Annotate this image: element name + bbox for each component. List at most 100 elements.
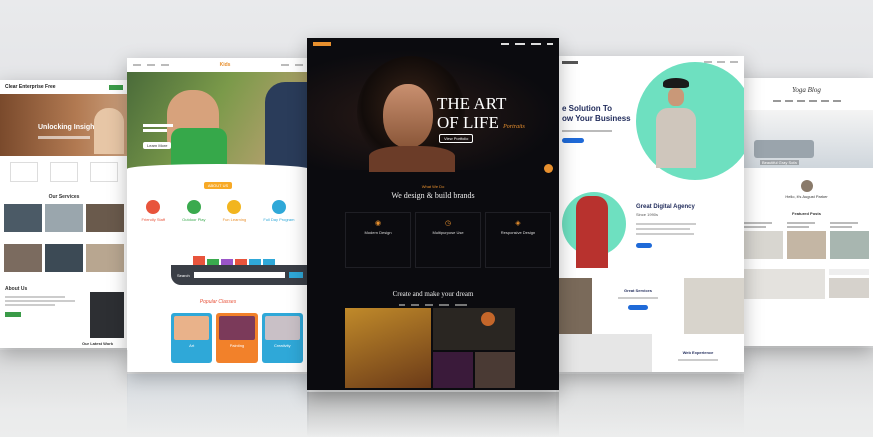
experience-block: Web Experience — [652, 334, 744, 372]
kids-search-bar: Search — [171, 265, 309, 285]
kids-header: Kids — [127, 58, 309, 72]
feature-box — [50, 162, 78, 182]
search-input[interactable] — [193, 272, 285, 278]
tab[interactable] — [207, 259, 219, 265]
services-button[interactable] — [628, 305, 648, 310]
laptop-image — [556, 334, 652, 372]
services-images-row2 — [0, 232, 128, 272]
layers-icon: ◈ — [515, 220, 521, 227]
corporate-hero-title: Unlocking Insights — [38, 124, 101, 131]
site-preview-blog: Yoga Blog Beautiful Gray Sofa Hello, it'… — [740, 78, 873, 346]
hero-script: Portraits — [503, 124, 525, 130]
gallery-heading: Create and make your dream — [392, 290, 474, 298]
hero-caption: Beautiful Gray Sofa — [760, 160, 799, 165]
portrait-face — [383, 84, 433, 148]
kids-about: ABOUT US — [127, 174, 309, 192]
class-label: Creativity — [273, 343, 291, 348]
site-preview-portfolio: THE ART OF LIFE Portraits View Portfolio… — [307, 38, 559, 390]
agency-about-button[interactable] — [636, 243, 652, 248]
kids-tabs — [127, 222, 309, 265]
portfolio-services: ◉ Modern Design ◷ Multipurpose Use ◈ Res… — [307, 200, 559, 268]
man-figure — [576, 196, 608, 268]
blog-author: Hello, it's August Parker — [740, 180, 873, 199]
hero-title-line1: THE ART — [437, 94, 507, 113]
gallery-image[interactable] — [433, 352, 473, 388]
corporate-header: Clear Enterprise Free — [0, 80, 128, 94]
post-card[interactable] — [744, 222, 783, 259]
services-images — [0, 204, 128, 232]
portrait-shoulders — [369, 146, 455, 172]
agency-about: Great Digital Agency Since 1990s — [556, 190, 744, 268]
class-label: Painting — [229, 343, 245, 348]
class-card[interactable]: Painting — [216, 313, 258, 363]
agency-subtitle: Since 1990s — [636, 212, 659, 217]
about-tag: ABOUT US — [203, 182, 233, 189]
about-title: About Us — [5, 286, 28, 292]
portfolio-hero: THE ART OF LIFE Portraits View Portfolio — [307, 50, 559, 173]
eye-icon: ◉ — [374, 220, 382, 227]
class-card[interactable]: Art — [171, 313, 213, 363]
feature-icon — [227, 200, 242, 214]
post-image — [830, 231, 869, 259]
services-title: Our Services — [48, 194, 80, 200]
corporate-hero: Unlocking Insights — [0, 94, 128, 156]
feature-label: Outdoor Play — [182, 217, 206, 222]
post-card[interactable] — [830, 222, 869, 259]
service-image — [45, 204, 83, 232]
portfolio-logo — [313, 42, 331, 46]
avatar — [800, 180, 813, 192]
hero-subtitle-line — [38, 136, 90, 139]
feature-item: Outdoor Play — [182, 200, 206, 222]
portfolio-hero-title: THE ART OF LIFE Portraits — [437, 94, 525, 137]
feature-icon — [146, 200, 161, 214]
reflection — [307, 392, 559, 437]
gallery-image[interactable] — [345, 308, 431, 388]
service-card: ◷ Multipurpose Use — [415, 212, 481, 268]
scroll-top-button[interactable] — [544, 164, 553, 173]
gallery-image[interactable] — [433, 308, 515, 350]
kids-hero-button[interactable]: Learn More — [143, 142, 172, 149]
class-label: Art — [189, 343, 195, 348]
section-heading: We design & build brands — [391, 191, 475, 200]
office-image — [684, 278, 744, 334]
reflection — [0, 350, 128, 410]
reflection — [127, 374, 309, 434]
search-button[interactable] — [289, 272, 303, 278]
class-card[interactable]: Creativity — [261, 313, 303, 363]
portfolio-services-section: What We Do We design & build brands — [307, 184, 559, 200]
feature-item: Friendly Staff — [142, 200, 165, 222]
sidebar-widget — [829, 269, 869, 299]
sofa-shape — [754, 140, 814, 158]
kids-hero-text: Learn More — [143, 122, 173, 152]
portfolio-header — [307, 38, 559, 50]
tab[interactable] — [235, 259, 247, 265]
tab[interactable] — [193, 256, 205, 265]
service-card: ◉ Modern Design — [345, 212, 411, 268]
portfolio-hero-button[interactable]: View Portfolio — [439, 134, 474, 143]
agency-services: Great Services — [556, 278, 744, 334]
agency-about-text: Great Digital Agency Since 1990s — [620, 190, 696, 264]
post-card[interactable] — [787, 222, 826, 259]
corporate-features — [0, 156, 128, 188]
kids-features: Friendly Staff Outdoor Play Fun Learning… — [127, 192, 309, 222]
agency-hero: e Solution To ow Your Business — [556, 62, 744, 180]
reflection — [740, 348, 873, 408]
latest-work-title: Our Latest Work — [82, 341, 114, 346]
gallery-image[interactable] — [475, 352, 515, 388]
search-label: Search — [177, 272, 190, 278]
tab[interactable] — [263, 259, 275, 265]
agency-experience: Web Experience — [556, 334, 744, 372]
agency-logo — [562, 60, 578, 64]
tab[interactable] — [249, 259, 261, 265]
tab[interactable] — [221, 259, 233, 265]
service-image — [4, 204, 42, 232]
feature-box — [10, 162, 38, 182]
service-image — [556, 278, 592, 334]
agency-hero-button[interactable] — [562, 138, 584, 143]
clock-icon: ◷ — [444, 220, 452, 227]
site-preview-kids: Kids Learn More ABOUT US Friendly Staff … — [127, 58, 309, 372]
about-image — [90, 292, 124, 338]
child-photo-2 — [265, 82, 309, 172]
kids-hero: Learn More — [127, 72, 309, 172]
feature-icon — [271, 200, 286, 214]
